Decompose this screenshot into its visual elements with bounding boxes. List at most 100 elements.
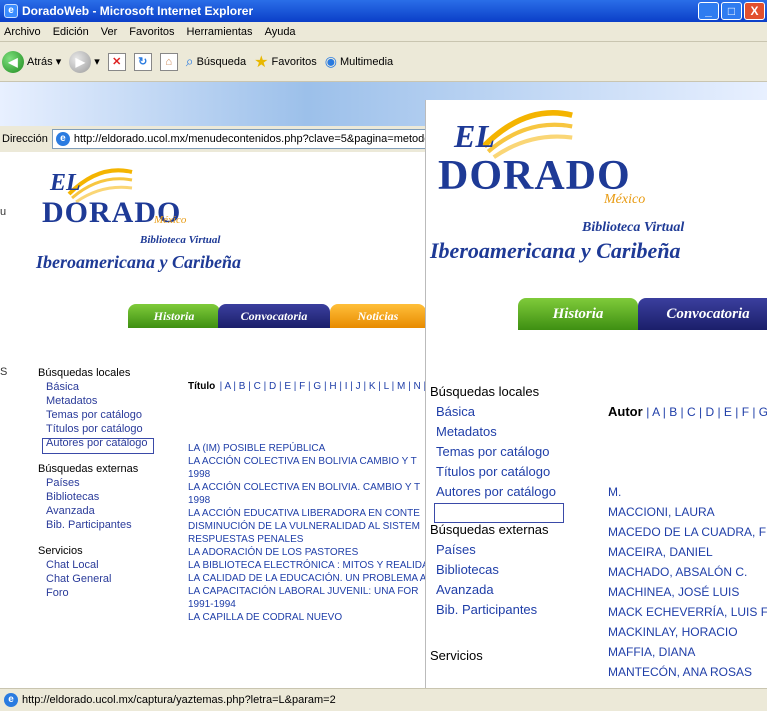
sidebar-item-avanzada[interactable]: Avanzada	[46, 504, 178, 518]
list-item[interactable]: LA CAPILLA DE CODRAL NUEVO	[188, 611, 428, 624]
list-item[interactable]: 1991-1994	[188, 598, 428, 611]
titulo-label: Título	[188, 381, 216, 392]
list-item[interactable]: LA CALIDAD DE LA EDUCACIÓN. UN PROBLEMA …	[188, 572, 428, 585]
logo-mexico: México	[604, 192, 646, 207]
sidebar-item-participantes[interactable]: Bib. Participantes	[46, 518, 178, 532]
tab-historia[interactable]: Historia	[518, 298, 638, 330]
titulo-letter-index: Título | A | B | C | D | E | F | G | H |…	[188, 376, 428, 394]
list-item[interactable]: 1998	[188, 468, 428, 481]
address-label: Dirección	[2, 133, 48, 145]
titulos-list: LA (IM) POSIBLE REPÚBLICA LA ACCIÓN COLE…	[188, 442, 428, 624]
sidebar-item-paises[interactable]: Países	[46, 476, 178, 490]
stop-icon[interactable]: ✕	[107, 52, 126, 71]
autor-letter-index: Autor | A | B | C | D | E | F | G	[608, 402, 767, 422]
back-button[interactable]: ◀ Atrás ▾	[2, 50, 61, 73]
externas-header: Búsquedas externas	[38, 463, 139, 475]
sidebar-item-titulos[interactable]: Títulos por catálogo	[436, 462, 600, 482]
list-item[interactable]: LA CAPACITACIÓN LABORAL JUVENIL: UNA FOR	[188, 585, 428, 598]
media-button[interactable]: ◉ Multimedia	[325, 53, 393, 70]
close-button[interactable]: X	[744, 2, 765, 20]
sidebar-item-bibliotecas[interactable]: Bibliotecas	[46, 490, 178, 504]
status-bar: e http://eldorado.ucol.mx/captura/yaztem…	[0, 688, 767, 711]
list-item[interactable]: MACCIONI, LAURA	[608, 502, 767, 522]
locales-header: Búsquedas locales	[38, 367, 131, 379]
sidebar-item-temas[interactable]: Temas por catálogo	[436, 442, 600, 462]
favorites-button[interactable]: ★ Favoritos	[254, 52, 317, 72]
tab-convocatoria[interactable]: Convocatoria	[638, 298, 767, 330]
sidebar-item-temas[interactable]: Temas por catálogo	[46, 408, 178, 422]
menu-favoritos[interactable]: Favoritos	[129, 26, 174, 38]
autor-label: Autor	[608, 404, 643, 419]
list-item[interactable]: MACEDO DE LA CUADRA, F	[608, 522, 767, 542]
list-item[interactable]: RESPUESTAS PENALES	[188, 533, 428, 546]
sidebar-item-basica[interactable]: Básica	[436, 402, 600, 422]
tab-noticias[interactable]: Noticias	[330, 304, 426, 328]
list-item[interactable]: LA BIBLIOTECA ELECTRÓNICA : MITOS Y REAL…	[188, 559, 428, 572]
sidebar-item-metadatos[interactable]: Metadatos	[436, 422, 600, 442]
back-arrow-icon: ◀	[2, 50, 24, 73]
sidebar-item-chat-general[interactable]: Chat General	[46, 572, 178, 586]
sidebar-item-bibliotecas[interactable]: Bibliotecas	[436, 560, 600, 580]
status-url: http://eldorado.ucol.mx/captura/yaztemas…	[22, 694, 336, 706]
selection-highlight-titulos	[42, 438, 154, 454]
list-item[interactable]: LA ACCIÓN COLECTIVA EN BOLIVIA CAMBIO Y …	[188, 455, 428, 468]
search-label: Búsqueda	[196, 55, 247, 68]
list-item[interactable]: DISMINUCIÓN DE LA VULNERALIDAD AL SISTEM	[188, 520, 428, 533]
sidebar-item-chat-local[interactable]: Chat Local	[46, 558, 178, 572]
menu-archivo[interactable]: Archivo	[4, 26, 41, 38]
left-sidebar: Búsquedas locales Básica Metadatos Temas…	[38, 366, 178, 600]
sidebar-item-autores[interactable]: Autores por catálogo	[436, 482, 600, 502]
sidebar-item-titulos[interactable]: Títulos por catálogo	[46, 422, 178, 436]
titulo-letters[interactable]: | A | B | C | D | E | F | G | H | I | J …	[220, 381, 426, 392]
list-item[interactable]: MANTECÓN, ANA ROSAS	[608, 662, 767, 682]
search-button[interactable]: ⌕ Búsqueda	[186, 53, 246, 70]
search-icon: ⌕	[185, 53, 194, 69]
list-item[interactable]: MACEIRA, DANIEL	[608, 542, 767, 562]
logo-biblioteca: Biblioteca Virtual	[582, 220, 685, 235]
logo-el: EL	[50, 170, 81, 196]
list-item[interactable]: M.	[608, 482, 767, 502]
list-item[interactable]: MACKINLAY, HORACIO	[608, 622, 767, 642]
sidebar-item-avanzada[interactable]: Avanzada	[436, 580, 600, 600]
list-item[interactable]: MACHINEA, JOSÉ LUIS	[608, 582, 767, 602]
sidebar-item-foro[interactable]: Foro	[46, 586, 178, 600]
zoomed-overlay-panel: EL DORADO México Biblioteca Virtual Iber…	[425, 100, 767, 688]
menu-ver[interactable]: Ver	[101, 26, 118, 38]
forward-button[interactable]: ▶ ▾	[69, 50, 100, 73]
list-item[interactable]: MAFFIA, DIANA	[608, 642, 767, 662]
list-item[interactable]: 1998	[188, 494, 428, 507]
autores-list: M. MACCIONI, LAURA MACEDO DE LA CUADRA, …	[608, 482, 767, 682]
sidebar-item-basica[interactable]: Básica	[46, 380, 178, 394]
refresh-icon[interactable]: ↻	[133, 52, 152, 71]
selection-highlight-autores	[434, 503, 564, 523]
autor-letters[interactable]: | A | B | C | D | E | F | G	[646, 405, 767, 419]
minimize-button[interactable]: _	[698, 2, 719, 20]
cut-text-mid: S	[0, 366, 8, 378]
maximize-button[interactable]: □	[721, 2, 742, 20]
home-icon[interactable]: ⌂	[159, 52, 178, 71]
list-item[interactable]: MACHADO, ABSALÓN C.	[608, 562, 767, 582]
sidebar-item-paises[interactable]: Países	[436, 540, 600, 560]
media-icon: ◉	[324, 53, 337, 69]
list-item[interactable]: LA ACCIÓN EDUCATIVA LIBERADORA EN CONTE	[188, 507, 428, 520]
window-title: DoradoWeb - Microsoft Internet Explorer	[22, 4, 254, 18]
overlay-sidebar: Búsquedas locales Básica Metadatos Temas…	[430, 382, 600, 666]
menu-bar: Archivo Edición Ver Favoritos Herramient…	[0, 22, 767, 42]
star-icon: ★	[254, 53, 269, 71]
menu-ayuda[interactable]: Ayuda	[265, 26, 296, 38]
servicios-header: Servicios	[38, 545, 83, 557]
el-dorado-logo: EL DORADO México Biblioteca Virtual Iber…	[36, 160, 260, 280]
sidebar-item-metadatos[interactable]: Metadatos	[46, 394, 178, 408]
list-item[interactable]: MACK ECHEVERRÍA, LUIS FE	[608, 602, 767, 622]
menu-herramientas[interactable]: Herramientas	[187, 26, 253, 38]
favorites-label: Favoritos	[271, 55, 317, 68]
menu-edicion[interactable]: Edición	[53, 26, 89, 38]
ie-app-icon: e	[4, 4, 18, 18]
sidebar-item-participantes[interactable]: Bib. Participantes	[436, 600, 600, 620]
list-item[interactable]: LA (IM) POSIBLE REPÚBLICA	[188, 442, 428, 455]
list-item[interactable]: LA ADORACIÓN DE LOS PASTORES	[188, 546, 428, 559]
list-item[interactable]: LA ACCIÓN COLECTIVA EN BOLIVIA. CAMBIO Y…	[188, 481, 428, 494]
tab-historia[interactable]: Historia	[128, 304, 220, 328]
logo-mexico: México	[154, 214, 187, 226]
tab-convocatoria[interactable]: Convocatoria	[218, 304, 330, 328]
